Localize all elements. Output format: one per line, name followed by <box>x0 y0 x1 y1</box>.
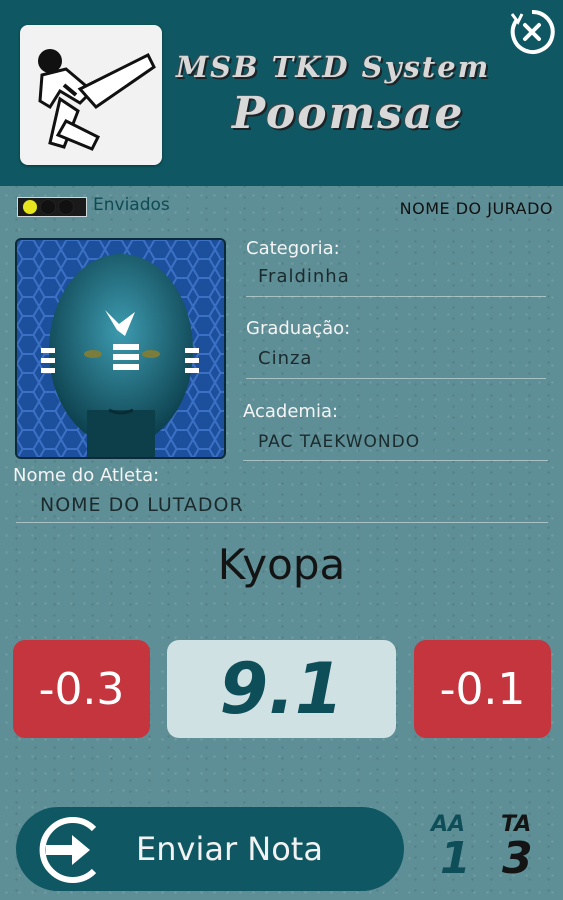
current-score-display: 9.1 <box>167 640 396 738</box>
ta-value: 3 <box>502 833 533 884</box>
athlete-name-label: Nome do Atleta: <box>13 465 160 486</box>
app-title-line2: Poomsae <box>232 88 465 139</box>
graduacao-label: Graduação: <box>246 318 351 339</box>
categoria-value: Fraldinha <box>258 266 350 287</box>
divider <box>243 460 548 461</box>
current-score-value: 9.1 <box>219 648 344 730</box>
taekwondo-kick-logo-icon <box>20 25 162 165</box>
graduacao-value: Cinza <box>258 348 313 369</box>
deduction-right-button[interactable]: -0.1 <box>414 640 551 738</box>
judge-name: NOME DO JURADO <box>399 199 553 218</box>
poomsae-name: Kyopa <box>217 540 346 589</box>
deduction-left-button[interactable]: -0.3 <box>13 640 150 738</box>
indicator-dot <box>58 199 74 215</box>
enviados-label: Enviados <box>93 195 170 215</box>
send-score-label: Enviar Nota <box>136 830 323 868</box>
sent-indicator <box>17 197 87 217</box>
divider <box>246 296 546 297</box>
divider <box>16 522 548 523</box>
deduction-left-value: -0.3 <box>38 663 125 715</box>
academia-label: Academia: <box>243 401 339 422</box>
categoria-label: Categoria: <box>246 238 340 259</box>
deduction-right-value: -0.1 <box>439 663 526 715</box>
divider <box>246 378 546 379</box>
app-header: MSB TKD System Poomsae <box>0 0 563 186</box>
app-title-line1: MSB TKD System <box>176 50 491 84</box>
athlete-face-avatar <box>15 238 226 459</box>
athlete-name-value: NOME DO LUTADOR <box>40 494 244 516</box>
indicator-dot <box>40 199 56 215</box>
aa-value: 1 <box>440 833 471 884</box>
academia-value: PAC TAEKWONDO <box>258 432 421 452</box>
arrow-circle-right-icon <box>36 813 110 887</box>
close-circle-icon[interactable] <box>508 8 556 56</box>
indicator-dot <box>22 199 38 215</box>
send-score-button[interactable]: Enviar Nota <box>16 807 404 891</box>
